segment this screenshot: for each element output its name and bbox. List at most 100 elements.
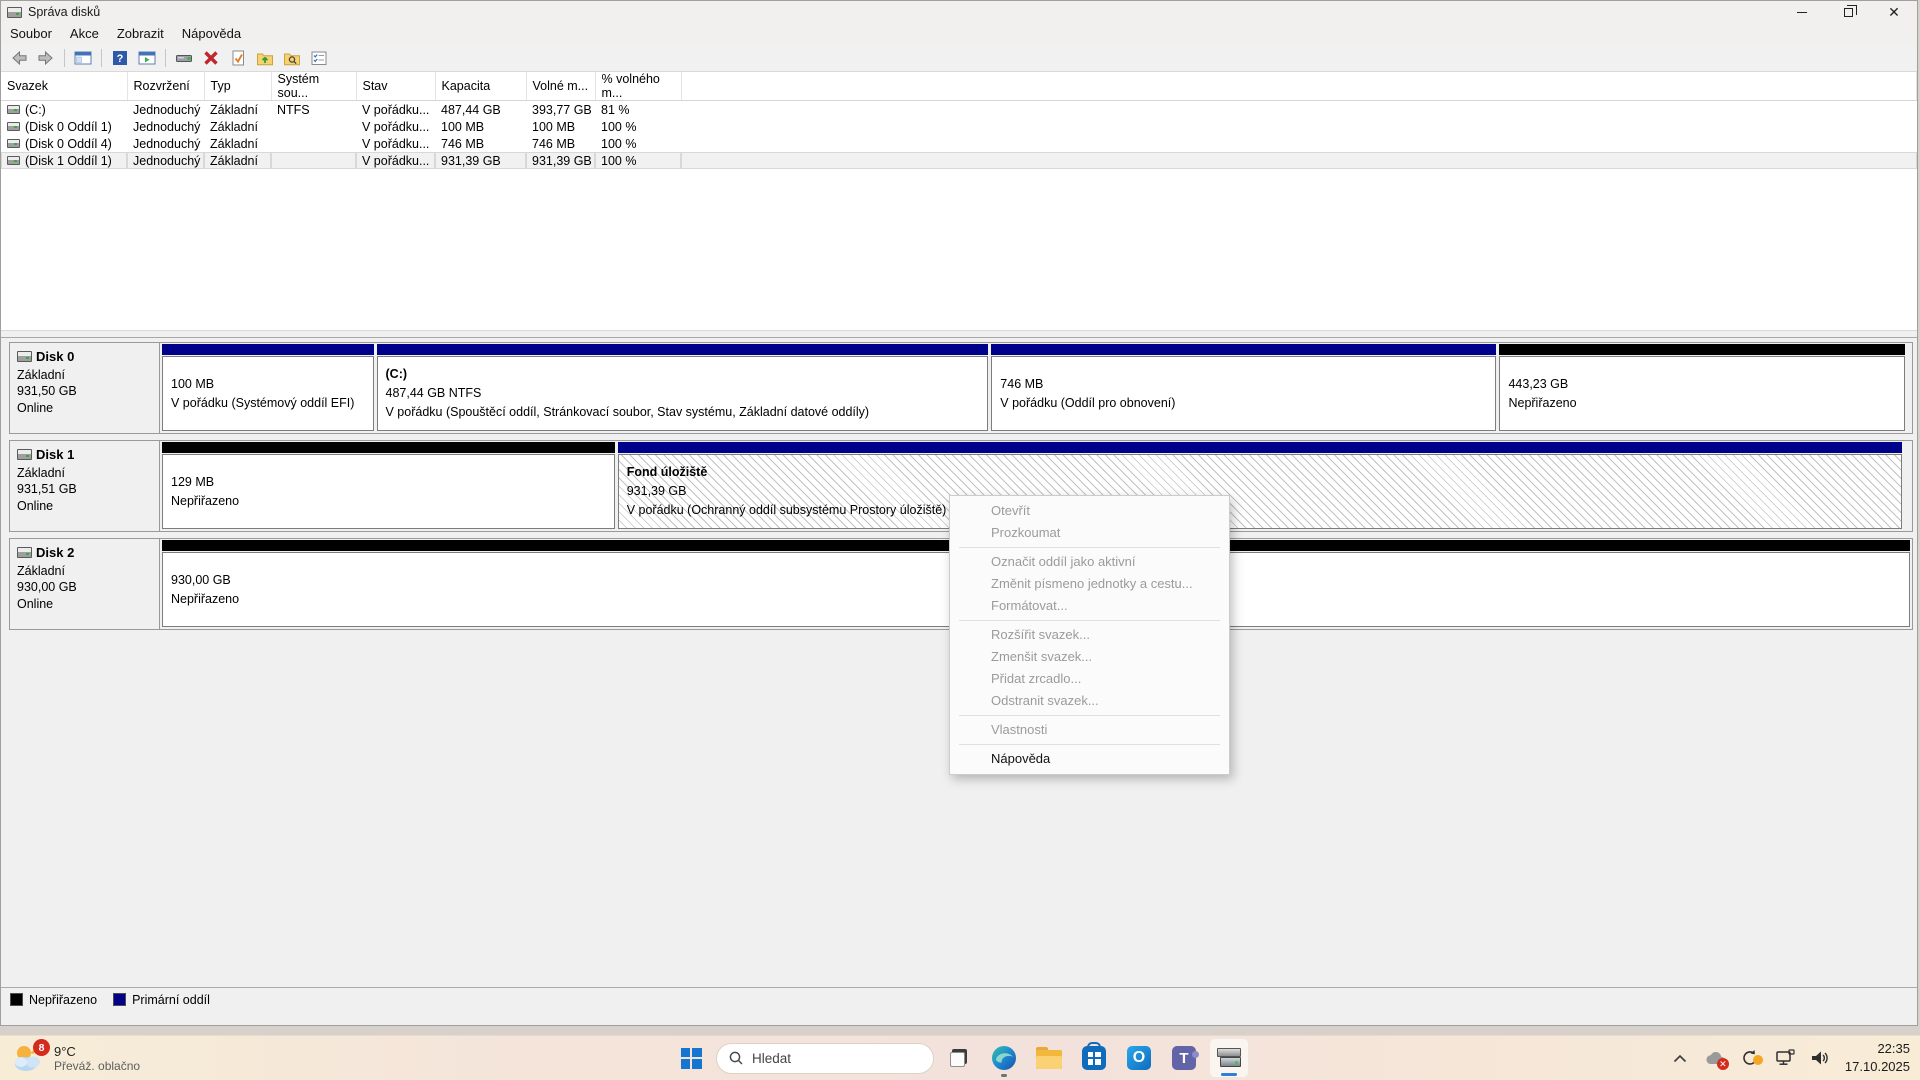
search-icon bbox=[729, 1051, 743, 1065]
start-button[interactable] bbox=[671, 1038, 711, 1078]
disk-icon bbox=[17, 547, 32, 558]
clock[interactable]: 22:35 17.10.2025 bbox=[1845, 1040, 1910, 1075]
disk-size: 931,51 GB bbox=[17, 481, 152, 498]
minimize-button[interactable] bbox=[1779, 1, 1825, 23]
volume-cell: Základní bbox=[204, 152, 271, 169]
column-header[interactable]: Kapacita bbox=[435, 72, 526, 101]
volume-cell: 100 MB bbox=[435, 118, 526, 135]
disk-status: Online bbox=[17, 596, 152, 613]
microsoft-store-button[interactable] bbox=[1074, 1038, 1114, 1078]
disk-header-disk1[interactable]: Disk 1Základní931,51 GBOnline bbox=[10, 441, 160, 531]
table-row[interactable]: (Disk 0 Oddíl 4)JednoduchýZákladníV pořá… bbox=[1, 135, 1917, 152]
column-header[interactable]: Svazek bbox=[1, 72, 127, 101]
toolbar-back-icon[interactable] bbox=[7, 46, 31, 70]
window-bottom-strip bbox=[1, 1011, 1917, 1025]
toolbar-separator bbox=[165, 49, 166, 67]
clock-time: 22:35 bbox=[1845, 1040, 1910, 1058]
partition-color-stripe bbox=[618, 442, 1903, 453]
volume-cell bbox=[271, 118, 356, 135]
partition-info-box: Fond úložiště931,39 GBV pořádku (Ochrann… bbox=[618, 454, 1903, 529]
outlook-button[interactable]: O bbox=[1119, 1038, 1159, 1078]
column-header[interactable]: Rozvržení bbox=[127, 72, 204, 101]
partition-unallocated[interactable]: 746 MBV pořádku (Oddíl pro obnovení) bbox=[991, 344, 1496, 431]
toolbar-folder-search-icon[interactable] bbox=[280, 46, 304, 70]
context-menu-item-napoveda[interactable]: Nápověda bbox=[950, 748, 1229, 770]
menu-separator bbox=[959, 715, 1220, 716]
column-header[interactable]: Stav bbox=[356, 72, 435, 101]
volume-cell: Jednoduchý bbox=[127, 135, 204, 152]
partition-label: (C:) bbox=[386, 365, 980, 384]
volume-cell: Základní bbox=[204, 118, 271, 135]
volume-cell bbox=[271, 135, 356, 152]
partition-unallocated[interactable]: 443,23 GBNepřiřazeno bbox=[1499, 344, 1905, 431]
onedrive-error-icon[interactable]: ✕ bbox=[1705, 1048, 1725, 1068]
partition-c[interactable]: (C:)487,44 GB NTFSV pořádku (Spouštěcí o… bbox=[377, 344, 989, 431]
toolbar-view-list-icon[interactable] bbox=[307, 46, 331, 70]
close-button[interactable]: ✕ bbox=[1871, 1, 1917, 23]
weather-widget[interactable]: 8 9°C Převáž. oblačno bbox=[10, 1036, 140, 1080]
volume-icon[interactable] bbox=[1810, 1048, 1830, 1068]
partition-size: 443,23 GB bbox=[1508, 375, 1896, 394]
context-menu-item-formatovat: Formátovat... bbox=[950, 595, 1229, 617]
file-explorer-button[interactable] bbox=[1029, 1038, 1069, 1078]
toolbar-delete-volume-icon[interactable] bbox=[199, 46, 223, 70]
toolbar-action-pane-icon[interactable] bbox=[135, 46, 159, 70]
network-ethernet-icon[interactable] bbox=[1775, 1048, 1795, 1068]
volume-icon bbox=[7, 105, 20, 114]
toolbar-check-doc-icon[interactable] bbox=[226, 46, 250, 70]
disk-header-disk0[interactable]: Disk 0Základní931,50 GBOnline bbox=[10, 343, 160, 433]
toolbar-console-tree-icon[interactable] bbox=[71, 46, 95, 70]
pane-splitter[interactable] bbox=[1, 330, 1917, 338]
column-header[interactable]: Volné m... bbox=[526, 72, 595, 101]
menu-soubor[interactable]: Soubor bbox=[1, 23, 61, 44]
update-pending-dot bbox=[1753, 1055, 1763, 1065]
column-header[interactable]: Systém sou... bbox=[271, 72, 356, 101]
volume-cell: Jednoduchý bbox=[127, 118, 204, 135]
partition-unallocated[interactable]: 129 MBNepřiřazeno bbox=[162, 442, 615, 529]
table-row[interactable]: (C:)JednoduchýZákladníNTFSV pořádku...48… bbox=[1, 101, 1917, 119]
volume-cell: NTFS bbox=[271, 101, 356, 119]
restore-button[interactable] bbox=[1825, 1, 1871, 23]
toolbar-disk-tool-icon[interactable] bbox=[172, 46, 196, 70]
edge-button[interactable] bbox=[984, 1038, 1024, 1078]
toolbar-help-icon[interactable]: ? bbox=[108, 46, 132, 70]
volume-name-cell: (Disk 0 Oddíl 4) bbox=[1, 135, 127, 152]
menu-akce[interactable]: Akce bbox=[61, 23, 108, 44]
update-restart-icon[interactable] bbox=[1740, 1048, 1760, 1068]
partition-status: Nepřiřazeno bbox=[171, 492, 606, 511]
partition-color-stripe bbox=[377, 344, 989, 355]
disk-header-disk2[interactable]: Disk 2Základní930,00 GBOnline bbox=[10, 539, 160, 629]
teams-button[interactable]: T bbox=[1164, 1038, 1204, 1078]
volume-name: (Disk 0 Oddíl 1) bbox=[25, 120, 112, 134]
partition-fondloit[interactable]: Fond úložiště931,39 GBV pořádku (Ochrann… bbox=[618, 442, 1903, 529]
table-row[interactable]: (Disk 0 Oddíl 1)JednoduchýZákladníV pořá… bbox=[1, 118, 1917, 135]
legend-bar: NepřiřazenoPrimární oddíl bbox=[1, 987, 1917, 1011]
disk-type: Základní bbox=[17, 367, 152, 384]
menu-napoveda[interactable]: Nápověda bbox=[173, 23, 250, 44]
column-header[interactable]: Typ bbox=[204, 72, 271, 101]
app-icon bbox=[7, 7, 22, 18]
volume-cell: Základní bbox=[204, 135, 271, 152]
disk-name: Disk 0 bbox=[36, 348, 74, 366]
disk-management-taskbar-button[interactable] bbox=[1209, 1038, 1249, 1078]
partition-unallocated[interactable]: 100 MBV pořádku (Systémový oddíl EFI) bbox=[162, 344, 374, 431]
disk-status: Online bbox=[17, 498, 152, 515]
menu-zobrazit[interactable]: Zobrazit bbox=[108, 23, 173, 44]
partition-color-stripe bbox=[162, 344, 374, 355]
tray-chevron-up-icon[interactable] bbox=[1670, 1048, 1690, 1068]
disk-type: Základní bbox=[17, 563, 152, 580]
task-view-button[interactable] bbox=[939, 1038, 979, 1078]
toolbar-folder-up-icon[interactable] bbox=[253, 46, 277, 70]
column-header[interactable]: % volného m... bbox=[595, 72, 681, 101]
context-menu-item-oznacit-oddil-jako-aktivni: Označit oddíl jako aktivní bbox=[950, 551, 1229, 573]
titlebar: Správa disků ✕ bbox=[1, 1, 1917, 23]
toolbar-forward-icon[interactable] bbox=[34, 46, 58, 70]
volume-cell: 746 MB bbox=[526, 135, 595, 152]
windows-logo-icon bbox=[681, 1048, 702, 1069]
filler-cell bbox=[681, 101, 1917, 119]
search-input[interactable]: Hledat bbox=[716, 1043, 934, 1074]
notification-badge: 8 bbox=[33, 1039, 50, 1056]
partition-color-stripe bbox=[162, 442, 615, 453]
table-row[interactable]: (Disk 1 Oddíl 1)JednoduchýZákladníV pořá… bbox=[1, 152, 1917, 169]
taskbar: 8 9°C Převáž. oblačno Hledat bbox=[0, 1035, 1920, 1080]
